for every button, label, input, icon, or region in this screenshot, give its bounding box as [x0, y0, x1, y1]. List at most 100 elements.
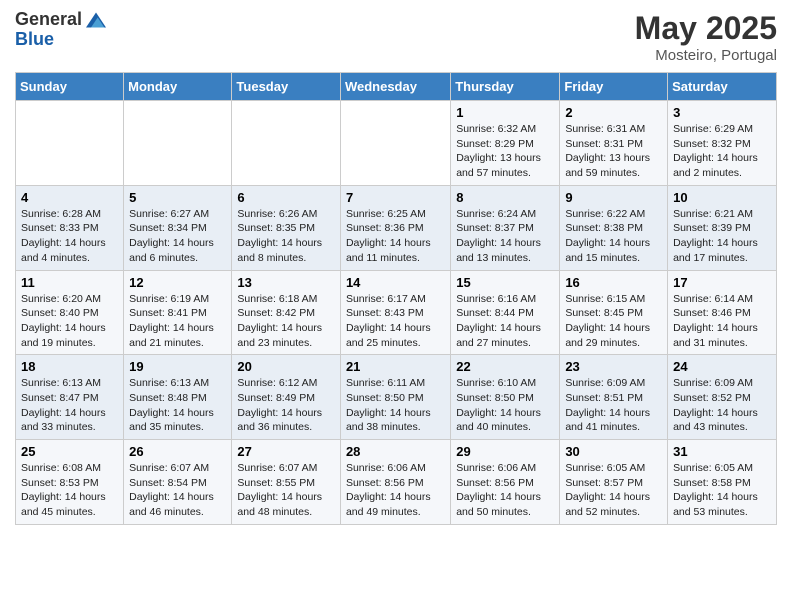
day-cell [232, 101, 341, 186]
day-cell: 25Sunrise: 6:08 AM Sunset: 8:53 PM Dayli… [16, 440, 124, 525]
day-number: 15 [456, 275, 554, 290]
day-cell: 31 Sunrise: 6:05 AM Sunset: 8:58 PM Dayli… [668, 440, 777, 525]
day-number: 2 [565, 105, 662, 120]
location: Mosteiro, Portugal [635, 47, 777, 64]
day-cell: 15 Sunrise: 6:16 AM Sunset: 8:44 PM Dayli… [451, 270, 560, 355]
day-info: Sunrise: 6:10 AM Sunset: 8:50 PM Dayligh… [456, 376, 554, 435]
day-number: 10 [673, 190, 771, 205]
weekday-friday: Friday [560, 73, 668, 101]
day-number: 24 [673, 359, 771, 374]
day-info: Sunrise: 6:19 AM Sunset: 8:41 PM Dayligh… [129, 292, 226, 351]
day-info: Sunrise: 6:28 AM Sunset: 8:33 PM Dayligh… [21, 207, 118, 266]
weekday-wednesday: Wednesday [340, 73, 450, 101]
day-cell: 30Sunrise: 6:05 AM Sunset: 8:57 PM Dayli… [560, 440, 668, 525]
day-info: Sunrise: 6:09 AM Sunset: 8:51 PM Dayligh… [565, 376, 662, 435]
title-block: May 2025 Mosteiro, Portugal [635, 10, 777, 64]
day-number: 9 [565, 190, 662, 205]
day-number: 20 [237, 359, 335, 374]
day-number: 25 [21, 444, 118, 459]
day-number: 26 [129, 444, 226, 459]
day-cell: 20 Sunrise: 6:12 AM Sunset: 8:49 PM Dayli… [232, 355, 341, 440]
day-info: Sunrise: 6:26 AM Sunset: 8:35 PM Dayligh… [237, 207, 335, 266]
weekday-thursday: Thursday [451, 73, 560, 101]
day-cell: 21 Sunrise: 6:11 AM Sunset: 8:50 PM Dayli… [340, 355, 450, 440]
day-cell: 7 Sunrise: 6:25 AM Sunset: 8:36 PM Daylig… [340, 185, 450, 270]
day-cell [340, 101, 450, 186]
day-cell: 5 Sunrise: 6:27 AM Sunset: 8:34 PM Daylig… [124, 185, 232, 270]
day-cell: 28Sunrise: 6:06 AM Sunset: 8:56 PM Dayli… [340, 440, 450, 525]
day-info: Sunrise: 6:05 AM Sunset: 8:58 PM Dayligh… [673, 461, 771, 520]
day-number: 14 [346, 275, 445, 290]
day-number: 6 [237, 190, 335, 205]
weekday-header-row: SundayMondayTuesdayWednesdayThursdayFrid… [16, 73, 777, 101]
week-row-3: 11 Sunrise: 6:20 AM Sunset: 8:40 PM Dayli… [16, 270, 777, 355]
day-cell: 19Sunrise: 6:13 AM Sunset: 8:48 PM Dayli… [124, 355, 232, 440]
day-info: Sunrise: 6:21 AM Sunset: 8:39 PM Dayligh… [673, 207, 771, 266]
day-cell: 8 Sunrise: 6:24 AM Sunset: 8:37 PM Daylig… [451, 185, 560, 270]
day-cell: 11 Sunrise: 6:20 AM Sunset: 8:40 PM Dayli… [16, 270, 124, 355]
weekday-sunday: Sunday [16, 73, 124, 101]
day-cell: 1 Sunrise: 6:32 AM Sunset: 8:29 PM Daylig… [451, 101, 560, 186]
day-cell: 9Sunrise: 6:22 AM Sunset: 8:38 PM Daylig… [560, 185, 668, 270]
week-row-2: 4 Sunrise: 6:28 AM Sunset: 8:33 PM Daylig… [16, 185, 777, 270]
day-number: 3 [673, 105, 771, 120]
week-row-4: 18Sunrise: 6:13 AM Sunset: 8:47 PM Dayli… [16, 355, 777, 440]
day-info: Sunrise: 6:32 AM Sunset: 8:29 PM Dayligh… [456, 122, 554, 181]
day-info: Sunrise: 6:13 AM Sunset: 8:47 PM Dayligh… [21, 376, 118, 435]
day-number: 21 [346, 359, 445, 374]
day-cell [16, 101, 124, 186]
day-number: 4 [21, 190, 118, 205]
day-number: 17 [673, 275, 771, 290]
day-info: Sunrise: 6:07 AM Sunset: 8:54 PM Dayligh… [129, 461, 226, 520]
day-info: Sunrise: 6:12 AM Sunset: 8:49 PM Dayligh… [237, 376, 335, 435]
day-info: Sunrise: 6:25 AM Sunset: 8:36 PM Dayligh… [346, 207, 445, 266]
day-cell: 18Sunrise: 6:13 AM Sunset: 8:47 PM Dayli… [16, 355, 124, 440]
day-cell: 14 Sunrise: 6:17 AM Sunset: 8:43 PM Dayli… [340, 270, 450, 355]
day-cell: 2 Sunrise: 6:31 AM Sunset: 8:31 PM Daylig… [560, 101, 668, 186]
day-info: Sunrise: 6:11 AM Sunset: 8:50 PM Dayligh… [346, 376, 445, 435]
day-info: Sunrise: 6:31 AM Sunset: 8:31 PM Dayligh… [565, 122, 662, 181]
day-cell: 16Sunrise: 6:15 AM Sunset: 8:45 PM Dayli… [560, 270, 668, 355]
day-cell: 27Sunrise: 6:07 AM Sunset: 8:55 PM Dayli… [232, 440, 341, 525]
day-info: Sunrise: 6:14 AM Sunset: 8:46 PM Dayligh… [673, 292, 771, 351]
day-cell: 4 Sunrise: 6:28 AM Sunset: 8:33 PM Daylig… [16, 185, 124, 270]
day-number: 1 [456, 105, 554, 120]
logo-general: General [15, 10, 82, 30]
logo: General Blue [15, 10, 106, 50]
logo-icon [86, 10, 106, 30]
day-info: Sunrise: 6:17 AM Sunset: 8:43 PM Dayligh… [346, 292, 445, 351]
day-number: 7 [346, 190, 445, 205]
day-cell: 26 Sunrise: 6:07 AM Sunset: 8:54 PM Dayli… [124, 440, 232, 525]
day-cell: 22 Sunrise: 6:10 AM Sunset: 8:50 PM Dayli… [451, 355, 560, 440]
day-cell: 23Sunrise: 6:09 AM Sunset: 8:51 PM Dayli… [560, 355, 668, 440]
day-number: 31 [673, 444, 771, 459]
page-header: General Blue May 2025 Mosteiro, Portugal [15, 10, 777, 64]
day-cell: 12Sunrise: 6:19 AM Sunset: 8:41 PM Dayli… [124, 270, 232, 355]
day-cell: 10 Sunrise: 6:21 AM Sunset: 8:39 PM Dayli… [668, 185, 777, 270]
day-cell: 24Sunrise: 6:09 AM Sunset: 8:52 PM Dayli… [668, 355, 777, 440]
day-number: 11 [21, 275, 118, 290]
week-row-1: 1 Sunrise: 6:32 AM Sunset: 8:29 PM Daylig… [16, 101, 777, 186]
day-cell: 3 Sunrise: 6:29 AM Sunset: 8:32 PM Daylig… [668, 101, 777, 186]
day-info: Sunrise: 6:13 AM Sunset: 8:48 PM Dayligh… [129, 376, 226, 435]
weekday-saturday: Saturday [668, 73, 777, 101]
day-info: Sunrise: 6:07 AM Sunset: 8:55 PM Dayligh… [237, 461, 335, 520]
day-info: Sunrise: 6:16 AM Sunset: 8:44 PM Dayligh… [456, 292, 554, 351]
day-info: Sunrise: 6:27 AM Sunset: 8:34 PM Dayligh… [129, 207, 226, 266]
day-info: Sunrise: 6:06 AM Sunset: 8:56 PM Dayligh… [456, 461, 554, 520]
calendar-table: SundayMondayTuesdayWednesdayThursdayFrid… [15, 72, 777, 525]
day-info: Sunrise: 6:24 AM Sunset: 8:37 PM Dayligh… [456, 207, 554, 266]
day-number: 5 [129, 190, 226, 205]
weekday-monday: Monday [124, 73, 232, 101]
day-info: Sunrise: 6:29 AM Sunset: 8:32 PM Dayligh… [673, 122, 771, 181]
day-cell: 6 Sunrise: 6:26 AM Sunset: 8:35 PM Daylig… [232, 185, 341, 270]
day-number: 29 [456, 444, 554, 459]
day-info: Sunrise: 6:20 AM Sunset: 8:40 PM Dayligh… [21, 292, 118, 351]
day-number: 8 [456, 190, 554, 205]
month-title: May 2025 [635, 10, 777, 47]
logo-blue: Blue [15, 29, 54, 49]
day-info: Sunrise: 6:18 AM Sunset: 8:42 PM Dayligh… [237, 292, 335, 351]
day-number: 22 [456, 359, 554, 374]
week-row-5: 25Sunrise: 6:08 AM Sunset: 8:53 PM Dayli… [16, 440, 777, 525]
day-number: 28 [346, 444, 445, 459]
